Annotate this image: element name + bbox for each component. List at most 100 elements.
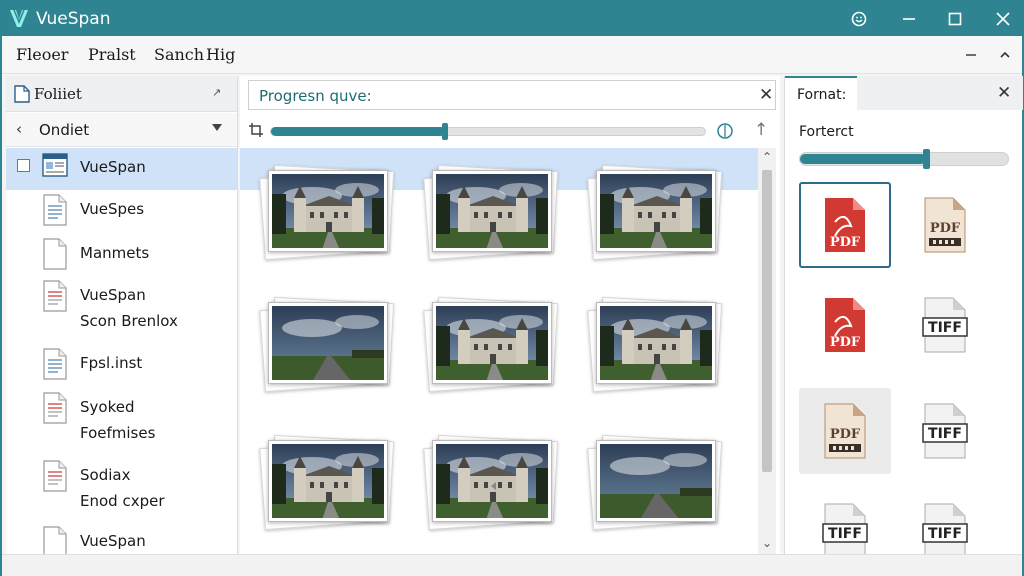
photo-thumbnail[interactable]	[587, 164, 723, 261]
format-option-pdf[interactable]: PDF	[799, 182, 891, 268]
item-checkbox[interactable]	[17, 159, 30, 172]
pin-icon[interactable]: ↗	[212, 86, 221, 99]
minus-icon	[966, 54, 976, 56]
format-slider[interactable]	[799, 149, 1009, 169]
format-option-pdf[interactable]: PDF	[799, 282, 891, 368]
format-pane-header: Fornat: ✕	[785, 76, 1023, 110]
progress-handle[interactable]	[442, 123, 449, 140]
tree-item[interactable]: VueSpan	[6, 148, 237, 190]
close-button[interactable]	[980, 2, 1024, 36]
tree-item[interactable]: VueSpan	[6, 522, 237, 554]
red-document-icon	[42, 280, 68, 312]
photo-thumbnail[interactable]	[423, 434, 559, 531]
scroll-down-icon[interactable]: ⌄	[761, 536, 773, 550]
blank-document-icon	[42, 238, 68, 270]
current-folder-label: Ondiet	[39, 121, 90, 139]
menu-item-sanch[interactable]: Sanch	[154, 45, 204, 64]
folder-dropdown-icon[interactable]	[212, 124, 222, 131]
clear-search-icon[interactable]: ✕	[759, 85, 773, 105]
crop-icon[interactable]	[248, 122, 264, 138]
title-bar: VueSpan	[2, 2, 1022, 36]
folder-nav-bar: ‹ Ondiet	[6, 113, 237, 147]
photo-thumbnail[interactable]	[423, 164, 559, 261]
photo-thumbnail[interactable]	[587, 296, 723, 393]
tree-item-label: VueSpes	[80, 200, 145, 218]
app-window: VueSpan Fleoer Pralst Sanch Hig Foliiet …	[0, 0, 1024, 576]
photo-thumbnail[interactable]	[423, 296, 559, 393]
progress-fill	[271, 127, 446, 136]
app-title: VueSpan	[36, 9, 111, 29]
tree-item-label: VueSpan	[80, 532, 146, 550]
folder-pane-header: Foliiet ↗	[6, 76, 237, 112]
location-pin-icon[interactable]	[716, 122, 734, 140]
progress-bar[interactable]	[270, 123, 706, 140]
format-pane: Fornat: ✕ Forterct PDF PDF PDF TIFF PDF TIFF T…	[784, 76, 1023, 559]
progress-row: ↑	[240, 114, 780, 146]
search-box: ✕	[248, 80, 776, 110]
slider-handle[interactable]	[923, 149, 930, 169]
photo-thumbnail[interactable]	[259, 164, 395, 261]
format-option-tiff[interactable]: TIFF	[899, 282, 991, 368]
tiff-file-icon: TIFF	[921, 402, 969, 460]
tiff-file-icon: TIFF	[921, 502, 969, 560]
tree-item-label: Syoked	[80, 398, 135, 416]
minimize-icon	[903, 18, 915, 20]
tree-item[interactable]: VueSpan Scon Brenlox	[6, 276, 237, 340]
pdf-file-icon: PDF	[821, 196, 869, 254]
tab-format-label: Fornat:	[797, 87, 847, 103]
format-option-tiff[interactable]: TIFF	[899, 388, 991, 474]
back-chevron-icon[interactable]: ‹	[16, 120, 22, 138]
menu-item-hig[interactable]: Hig	[206, 45, 235, 64]
photo-thumbnail[interactable]	[587, 434, 723, 531]
menu-item-fleoer[interactable]: Fleoer	[16, 45, 68, 64]
grid-marker-icon	[491, 482, 496, 490]
tree-item[interactable]: Syoked Foefmises	[6, 388, 237, 452]
document-icon	[42, 348, 68, 380]
svg-text:TIFF: TIFF	[928, 426, 962, 442]
tree-item[interactable]: Sodiax Enod cxper	[6, 456, 237, 520]
search-input[interactable]	[259, 86, 729, 106]
tree-item[interactable]: Fpsl.inst	[6, 344, 237, 384]
scroll-up-icon[interactable]: ⌃	[761, 150, 773, 164]
preview-pane: ✕ ↑ ⌃ ⌄	[240, 76, 780, 554]
close-pane-icon[interactable]: ✕	[997, 83, 1011, 103]
chevron-up-icon	[1000, 51, 1010, 58]
maximize-button[interactable]	[932, 2, 978, 36]
menu-bar: Fleoer Pralst Sanch Hig	[2, 36, 1022, 74]
tab-format[interactable]: Fornat:	[785, 76, 857, 110]
minimize-button[interactable]	[886, 2, 932, 36]
tree-item-sublabel: Enod cxper	[80, 492, 165, 510]
svg-text:PDF: PDF	[830, 335, 861, 350]
pdf-file-icon: PDF	[921, 196, 969, 254]
format-option-pdf[interactable]: PDF	[899, 182, 991, 268]
slider-fill	[800, 154, 926, 164]
tree-item-label: Fpsl.inst	[80, 354, 143, 372]
photo-thumbnail[interactable]	[259, 296, 395, 393]
svg-text:TIFF: TIFF	[928, 526, 962, 542]
blank-document-icon	[42, 526, 68, 554]
folder-pane-title: Foliiet	[34, 85, 82, 103]
help-button[interactable]	[836, 2, 882, 36]
arrow-up-icon[interactable]: ↑	[754, 120, 768, 140]
tree-item[interactable]: VueSpes	[6, 190, 237, 230]
red-document-icon	[42, 460, 68, 492]
smiley-icon	[851, 11, 867, 27]
slider-label: Forterct	[799, 124, 854, 140]
photo-thumbnail[interactable]	[259, 434, 395, 531]
menu-item-pralst[interactable]: Pralst	[88, 45, 136, 64]
svg-text:PDF: PDF	[930, 221, 961, 236]
tiff-file-icon: TIFF	[921, 296, 969, 354]
svg-text:PDF: PDF	[830, 235, 861, 250]
format-option-pdf[interactable]: PDF	[799, 388, 891, 474]
tree-item-sublabel: Foefmises	[80, 424, 156, 442]
ribbon-minimize-button[interactable]	[962, 46, 980, 64]
window-doc-icon	[42, 152, 68, 184]
tree-item-label: Sodiax	[80, 466, 131, 484]
close-icon	[996, 12, 1010, 26]
scrollbar-thumb[interactable]	[762, 170, 772, 472]
thumbnail-grid	[240, 148, 758, 554]
vertical-scrollbar[interactable]: ⌃ ⌄	[758, 148, 776, 554]
red-document-icon	[42, 392, 68, 424]
ribbon-collapse-button[interactable]	[996, 46, 1014, 64]
tree-item[interactable]: Manmets	[6, 234, 237, 274]
